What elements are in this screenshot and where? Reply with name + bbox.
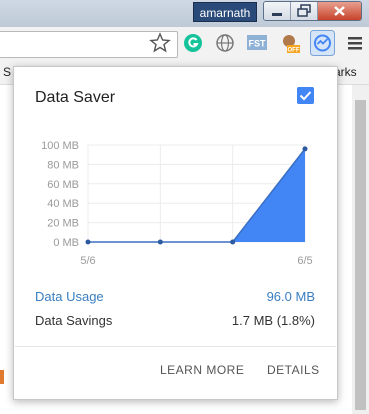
profile-user-badge[interactable]: amarnath xyxy=(193,2,257,22)
data-saver-icon[interactable] xyxy=(310,30,335,56)
y-tick-label: 80 MB xyxy=(47,159,79,171)
details-button[interactable]: DETAILS xyxy=(267,363,320,377)
x-tick-label: 6/5 xyxy=(297,255,312,267)
data-usage-label: Data Usage xyxy=(35,289,104,304)
minimize-button[interactable] xyxy=(264,2,291,20)
x-tick-label: 5/6 xyxy=(80,255,95,267)
window-controls xyxy=(263,1,362,21)
scrollbar-thumb[interactable] xyxy=(355,100,366,410)
fst-extension-icon[interactable]: FST xyxy=(246,32,268,54)
y-tick-label: 20 MB xyxy=(47,218,79,230)
close-icon xyxy=(334,6,345,16)
minimize-icon xyxy=(272,13,282,16)
page-edge-element xyxy=(0,370,4,384)
data-usage-value: 96.0 MB xyxy=(266,289,315,304)
data-point xyxy=(85,239,91,245)
data-savings-label: Data Savings xyxy=(35,313,113,328)
y-tick-label: 60 MB xyxy=(47,179,79,191)
svg-text:FST: FST xyxy=(249,39,267,49)
learn-more-button[interactable]: LEARN MORE xyxy=(160,363,244,377)
y-tick-label: 0 MB xyxy=(53,237,79,249)
browser-toolbar: FST OFF xyxy=(0,27,369,61)
data-usage-chart: 100 MB 80 MB 60 MB 40 MB 20 MB 0 MB5/6 6/5 xyxy=(41,140,313,267)
star-icon[interactable] xyxy=(149,32,171,54)
data-saver-toggle-checkbox[interactable] xyxy=(297,87,314,104)
pretty-off-extension-icon[interactable]: OFF xyxy=(279,32,301,54)
bookmark-item[interactable]: S xyxy=(3,65,11,79)
popup-title: Data Saver xyxy=(35,89,116,106)
window-title-bar: amarnath xyxy=(0,0,369,27)
data-point xyxy=(157,239,163,245)
y-tick-label: 40 MB xyxy=(47,198,79,210)
off-badge-text: OFF xyxy=(288,48,300,54)
grammarly-icon[interactable] xyxy=(182,32,204,54)
data-point xyxy=(230,239,236,245)
data-savings-value: 1.7 MB (1.8%) xyxy=(231,313,315,328)
menu-icon[interactable] xyxy=(344,32,366,54)
globe-icon[interactable] xyxy=(214,32,236,54)
usage-area xyxy=(88,148,305,242)
data-usage-row: Data Usage 96.0 MB xyxy=(35,289,315,307)
y-tick-label: 100 MB xyxy=(41,140,79,152)
maximize-button[interactable] xyxy=(291,2,318,20)
restore-icon xyxy=(297,4,311,17)
popup-divider xyxy=(15,346,336,347)
data-saver-popup: Data Saver 100 MB 80 MB 60 MB 40 MB 20 MB 0 M… xyxy=(13,66,338,400)
data-point xyxy=(302,146,308,152)
close-button[interactable] xyxy=(318,2,361,20)
data-savings-row: Data Savings 1.7 MB (1.8%) xyxy=(35,313,315,331)
